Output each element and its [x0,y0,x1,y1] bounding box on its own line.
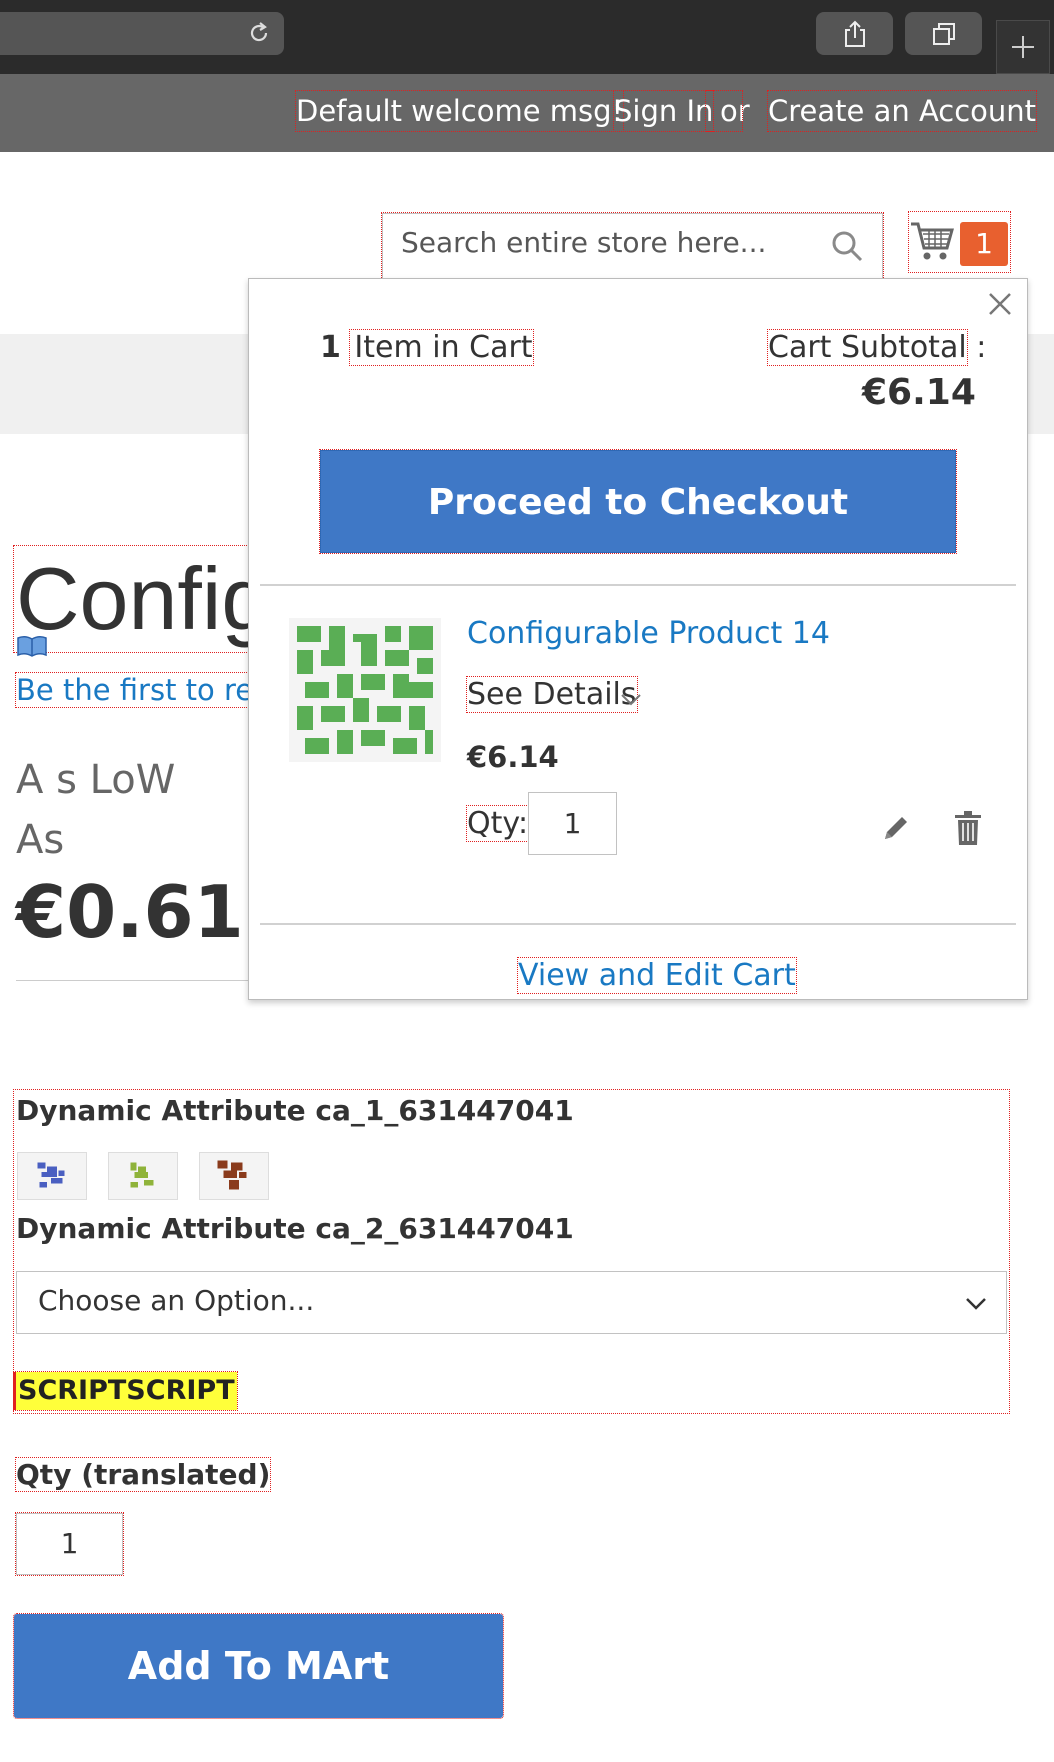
subtotal-value: €6.14 [862,372,976,413]
qty-label: Qty (translated) [14,1457,272,1492]
add-to-cart-button[interactable]: Add To MArt [13,1613,504,1719]
cart-count-badge: 1 [960,222,1008,266]
or-text: or [705,90,750,132]
pencil-icon[interactable] [880,812,912,844]
share-icon [845,20,865,47]
welcome-message: Default welcome msg! [294,90,625,132]
product-options-wrapper [13,1089,1010,1414]
search-placeholder: Search entire store here... [401,226,767,259]
minicart-product-name[interactable]: Configurable Product 14 [467,616,830,651]
minicart-qty-input[interactable]: 1 [528,792,617,855]
divider [260,584,1016,586]
chevron-down-icon[interactable] [618,686,644,712]
see-details-toggle[interactable]: See Details [466,676,638,713]
close-icon[interactable] [982,286,1018,322]
swatch-option-3[interactable] [199,1152,269,1200]
tabs-button[interactable] [905,12,982,55]
minicart-qty-label: Qty: [465,805,530,842]
attribute-1-label: Dynamic Attribute ca_1_631447041 [16,1094,574,1127]
share-button[interactable] [816,12,893,55]
proceed-to-checkout-button[interactable]: Proceed to Checkout [319,449,957,554]
review-link[interactable]: Be the first to revi [14,672,280,708]
swatch-option-1[interactable] [17,1152,87,1200]
tabs-icon [933,23,955,45]
address-bar[interactable] [0,12,284,55]
plus-icon [1012,36,1034,58]
subtotal-label: Cart Subtotal [767,329,968,366]
select-value: Choose an Option... [38,1284,315,1317]
items-count-number: 1 [320,330,341,365]
divider [260,923,1016,925]
trash-icon[interactable] [953,810,983,846]
items-count: 1 Item in Cart [320,329,534,366]
swatch-option-2[interactable] [108,1152,178,1200]
reload-icon[interactable] [246,20,272,46]
product-thumbnail[interactable] [289,616,441,764]
new-tab-button[interactable] [996,20,1050,74]
page-title: Config [16,549,271,648]
attribute-2-label: Dynamic Attribute ca_2_631447041 [16,1212,574,1245]
subtotal-label-wrap: Cart Subtotal : [767,329,987,366]
items-count-label: Item in Cart [349,329,534,366]
script-text: SCRIPTSCRIPT [13,1371,238,1411]
sign-in-link[interactable]: Sign In [612,90,715,132]
create-account-link[interactable]: Create an Account [766,90,1038,132]
chevron-down-icon[interactable] [962,1289,990,1317]
qty-input[interactable]: 1 [15,1512,124,1576]
minicart-product-price: €6.14 [467,740,559,774]
divider [16,980,252,981]
book-icon [17,635,47,657]
product-price: €0.61 [16,870,244,954]
as-low-as-label: A s LoW As [16,757,176,863]
subtotal-colon: : [976,330,987,365]
search-icon[interactable] [829,228,865,264]
cart-icon [911,222,954,260]
view-edit-cart-link[interactable]: View and Edit Cart [517,957,797,994]
